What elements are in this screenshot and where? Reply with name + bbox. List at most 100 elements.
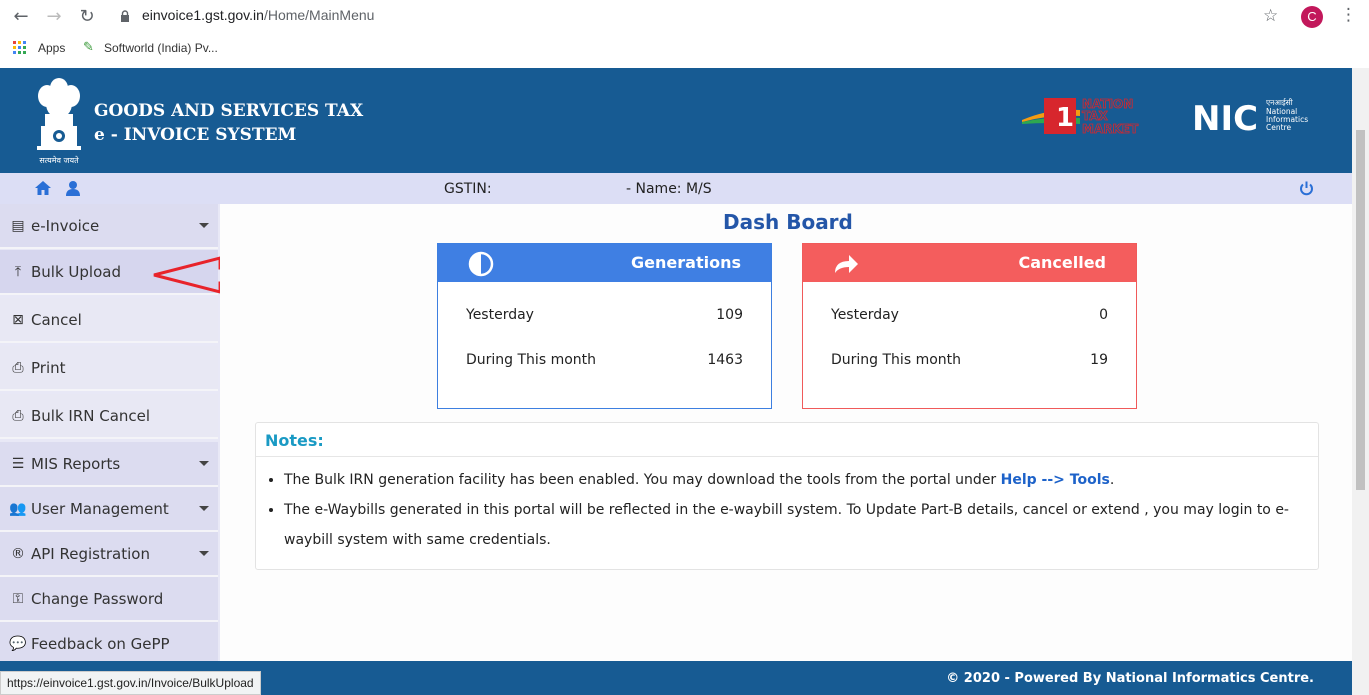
- sidebar-item-api-registration[interactable]: ® API Registration: [0, 532, 218, 577]
- browser-menu-icon[interactable]: ⋮: [1340, 5, 1357, 25]
- row-label: During This month: [466, 352, 597, 368]
- user-info-strip: GSTIN: - Name: M/S: [0, 173, 1352, 204]
- svg-text:NIC: NIC: [1192, 99, 1258, 136]
- chevron-down-icon: [199, 506, 209, 511]
- sidebar-item-label: e-Invoice: [31, 216, 100, 235]
- nation-tax-market-logo: 1 NATION TAX MARKET: [1022, 97, 1139, 136]
- key-icon: ⚿: [12, 590, 24, 607]
- svg-text:1: 1: [1056, 103, 1074, 133]
- svg-text:Centre: Centre: [1266, 123, 1291, 132]
- upload-icon: ⤒: [14, 263, 22, 280]
- generations-yesterday-row: Yesterday 109: [466, 307, 743, 323]
- power-logout-icon[interactable]: [1299, 181, 1314, 196]
- cancelled-month-row: During This month 19: [831, 352, 1108, 368]
- cancelled-card: Cancelled Yesterday 0 During This month …: [802, 243, 1137, 409]
- generations-card-header: Generations: [438, 244, 771, 282]
- document-icon: ▤: [11, 217, 25, 234]
- header-title: GOODS AND SERVICES TAX e - INVOICE SYSTE…: [94, 99, 363, 147]
- header-title-line2: e - INVOICE SYSTEM: [94, 125, 297, 145]
- list-icon: ☰: [11, 455, 25, 472]
- svg-text:MARKET: MARKET: [1082, 122, 1139, 136]
- user-name-label: - Name: M/S: [626, 181, 712, 197]
- bookmark-apps[interactable]: Apps: [38, 41, 65, 55]
- bookmark-star-icon[interactable]: ☆: [1263, 6, 1278, 26]
- generations-card: Generations Yesterday 109 During This mo…: [437, 243, 772, 409]
- sidebar-item-label: MIS Reports: [31, 454, 121, 473]
- row-value: 109: [716, 307, 743, 323]
- profile-avatar[interactable]: C: [1301, 6, 1323, 28]
- note-text-end: .: [1109, 472, 1115, 488]
- note-text: The Bulk IRN generation facility has bee…: [284, 472, 1001, 488]
- close-box-icon: ⊠: [12, 311, 24, 328]
- forward-arrow-icon[interactable]: →: [43, 6, 65, 28]
- home-icon[interactable]: [35, 181, 51, 195]
- emblem-caption: सत्यमेव जयते: [39, 155, 79, 165]
- list-item: The e-Waybills generated in this portal …: [284, 495, 1304, 555]
- url-path: /Home/MainMenu: [263, 7, 375, 23]
- sidebar-item-print[interactable]: ⎙ Print: [0, 346, 218, 391]
- sidebar-item-label: Cancel: [31, 310, 82, 329]
- url-domain: einvoice1.gst.gov.in: [142, 7, 264, 23]
- header-title-line1: GOODS AND SERVICES TAX: [94, 101, 364, 121]
- sidebar-item-label: Change Password: [31, 589, 164, 608]
- site-header: सत्यमेव जयते GOODS AND SERVICES TAX e - …: [0, 68, 1352, 173]
- browser-status-bar: https://einvoice1.gst.gov.in/Invoice/Bul…: [0, 671, 261, 695]
- row-value: 0: [1099, 307, 1108, 323]
- divider: [256, 456, 1318, 457]
- sidebar-item-cancel[interactable]: ⊠ Cancel: [0, 298, 218, 343]
- browser-chrome: ← → ↻ einvoice1.gst.gov.in/Home/MainMenu…: [0, 0, 1369, 68]
- generations-label: Generations: [631, 253, 741, 272]
- users-icon: 👥: [9, 500, 27, 517]
- row-label: During This month: [831, 352, 962, 368]
- sidebar-item-e-invoice[interactable]: ▤ e-Invoice: [0, 204, 218, 249]
- sidebar-item-user-management[interactable]: 👥 User Management: [0, 487, 218, 532]
- row-label: Yesterday: [831, 307, 899, 323]
- sidebar-item-label: Print: [31, 358, 66, 377]
- nic-logo: NIC एनआईसी National Informatics Centre: [1192, 98, 1308, 136]
- bookmark-softworld[interactable]: Softworld (India) Pv...: [104, 41, 218, 55]
- notes-list: The Bulk IRN generation facility has bee…: [284, 465, 1304, 555]
- sidebar-item-change-password[interactable]: ⚿ Change Password: [0, 577, 218, 622]
- bookmark-icon: ✎: [83, 40, 94, 55]
- scrollbar-thumb[interactable]: [1356, 130, 1365, 490]
- registered-icon: ®: [11, 545, 25, 562]
- cancelled-card-header: Cancelled: [803, 244, 1136, 282]
- notes-title: Notes:: [265, 431, 324, 450]
- row-label: Yesterday: [466, 307, 534, 323]
- comments-icon: 💬: [9, 635, 27, 652]
- share-arrow-icon: [835, 255, 858, 273]
- svg-text:TAX: TAX: [1082, 109, 1109, 123]
- generations-month-row: During This month 1463: [466, 352, 743, 368]
- row-value: 1463: [707, 352, 743, 368]
- chevron-down-icon: [199, 551, 209, 556]
- print-icon: ⎙: [12, 359, 24, 376]
- sidebar-item-label: Bulk IRN Cancel: [31, 406, 151, 425]
- sidebar-item-label: User Management: [31, 499, 169, 518]
- sidebar-item-mis-reports[interactable]: ☰ MIS Reports: [0, 442, 218, 487]
- sidebar-item-bulk-irn-cancel[interactable]: ⎙ Bulk IRN Cancel: [0, 394, 218, 439]
- sidebar-item-label: Bulk Upload: [31, 262, 121, 281]
- chevron-down-icon: [199, 461, 209, 466]
- address-bar[interactable]: einvoice1.gst.gov.in/Home/MainMenu: [142, 7, 374, 23]
- help-tools-link[interactable]: Help --> Tools: [1001, 472, 1110, 488]
- cancelled-yesterday-row: Yesterday 0: [831, 307, 1108, 323]
- list-item: The Bulk IRN generation facility has bee…: [284, 465, 1304, 495]
- sidebar-item-label: Feedback on GePP: [31, 634, 170, 653]
- page-scrollbar[interactable]: [1352, 68, 1369, 695]
- adjust-half-circle-icon: [468, 251, 494, 277]
- footer-text: © 2020 - Powered By National Informatics…: [946, 671, 1314, 686]
- back-arrow-icon[interactable]: ←: [10, 6, 32, 28]
- user-icon[interactable]: [66, 181, 80, 196]
- national-emblem-icon: सत्यमेव जयते: [37, 78, 81, 165]
- apps-grid-icon[interactable]: [13, 41, 27, 55]
- note-text: The e-Waybills generated in this portal …: [284, 502, 1289, 548]
- row-value: 19: [1090, 352, 1108, 368]
- lock-icon: [121, 10, 129, 22]
- reload-icon[interactable]: ↻: [76, 6, 98, 28]
- gstin-label: GSTIN:: [444, 181, 492, 197]
- chevron-down-icon: [199, 223, 209, 228]
- cancelled-label: Cancelled: [1018, 253, 1106, 272]
- print-icon: ⎙: [12, 407, 24, 424]
- page-title: Dash Board: [723, 210, 853, 234]
- notes-panel: Notes: The Bulk IRN generation facility …: [255, 422, 1319, 570]
